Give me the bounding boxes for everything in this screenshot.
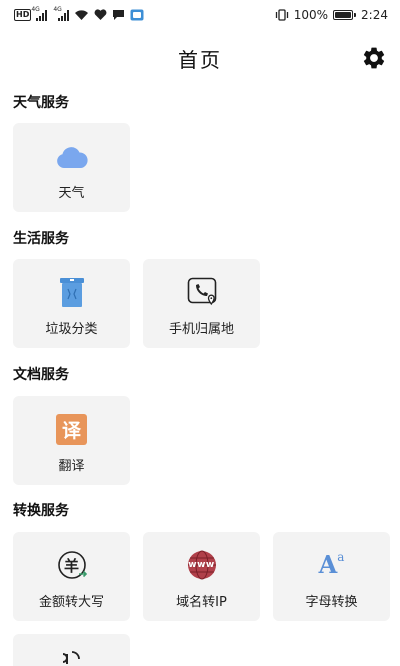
cloud-icon <box>55 139 89 173</box>
wifi-icon <box>75 10 89 20</box>
gear-icon <box>363 47 385 69</box>
net-type-label-2: 4G <box>53 5 62 13</box>
translate-icon: 译 <box>55 412 89 446</box>
signal-icon: 4G <box>31 6 48 21</box>
currency-glyph: 羊 <box>63 556 79 575</box>
tile-label: 翻译 <box>58 459 85 474</box>
tile-amount-uppercase[interactable]: 羊 金额转大写 <box>13 532 130 621</box>
partial-tile-icon <box>55 646 89 666</box>
letter-upper-glyph: A <box>318 550 338 579</box>
status-bar: HD 4G 4G 100% 2:24 <box>0 0 400 30</box>
app-notification-icon <box>130 9 144 21</box>
page-title: 首页 <box>178 48 222 72</box>
section-title-document: 文档服务 <box>13 367 69 383</box>
clock: 2:24 <box>361 8 388 22</box>
phone-location-icon <box>185 275 219 309</box>
tile-partial[interactable] <box>13 634 130 666</box>
vibrate-icon <box>275 9 288 21</box>
tile-label: 字母转换 <box>305 595 358 610</box>
tile-letter-convert[interactable]: A a 字母转换 <box>273 532 390 621</box>
battery-percent: 100% <box>293 8 329 22</box>
letter-case-icon: A a <box>315 548 349 582</box>
letter-lower-glyph: a <box>337 550 345 564</box>
tile-phone-location[interactable]: 手机归属地 <box>143 259 260 348</box>
currency-convert-icon: 羊 <box>55 548 89 582</box>
tile-weather[interactable]: 天气 <box>13 123 130 212</box>
tile-label: 域名转IP <box>176 595 227 610</box>
www-glyph: www <box>188 560 215 570</box>
net-type-label: 4G <box>31 5 40 13</box>
trash-bin-icon <box>55 275 89 309</box>
translate-icon-glyph: 译 <box>56 413 87 445</box>
section-title-weather: 天气服务 <box>13 95 69 111</box>
tile-label: 金额转大写 <box>38 595 104 610</box>
status-right: 100% 2:24 <box>275 8 388 22</box>
tile-translate[interactable]: 译 翻译 <box>13 396 130 485</box>
app-header: 首页 <box>0 38 400 80</box>
section-title-convert: 转换服务 <box>13 503 69 519</box>
hd-badge: HD <box>14 9 32 21</box>
www-globe-icon: www <box>185 548 219 582</box>
message-icon <box>113 10 125 20</box>
heart-icon <box>94 9 107 20</box>
settings-button[interactable] <box>360 44 388 72</box>
tile-label: 天气 <box>58 186 85 201</box>
tile-label: 垃圾分类 <box>45 322 98 337</box>
battery-icon <box>333 10 357 20</box>
tile-domain-to-ip[interactable]: www 域名转IP <box>143 532 260 621</box>
tile-label: 手机归属地 <box>168 322 234 337</box>
status-left: HD 4G 4G <box>14 6 144 21</box>
tile-garbage-sorting[interactable]: 垃圾分类 <box>13 259 130 348</box>
signal-icon-2: 4G <box>53 6 70 21</box>
section-title-life: 生活服务 <box>13 231 69 247</box>
